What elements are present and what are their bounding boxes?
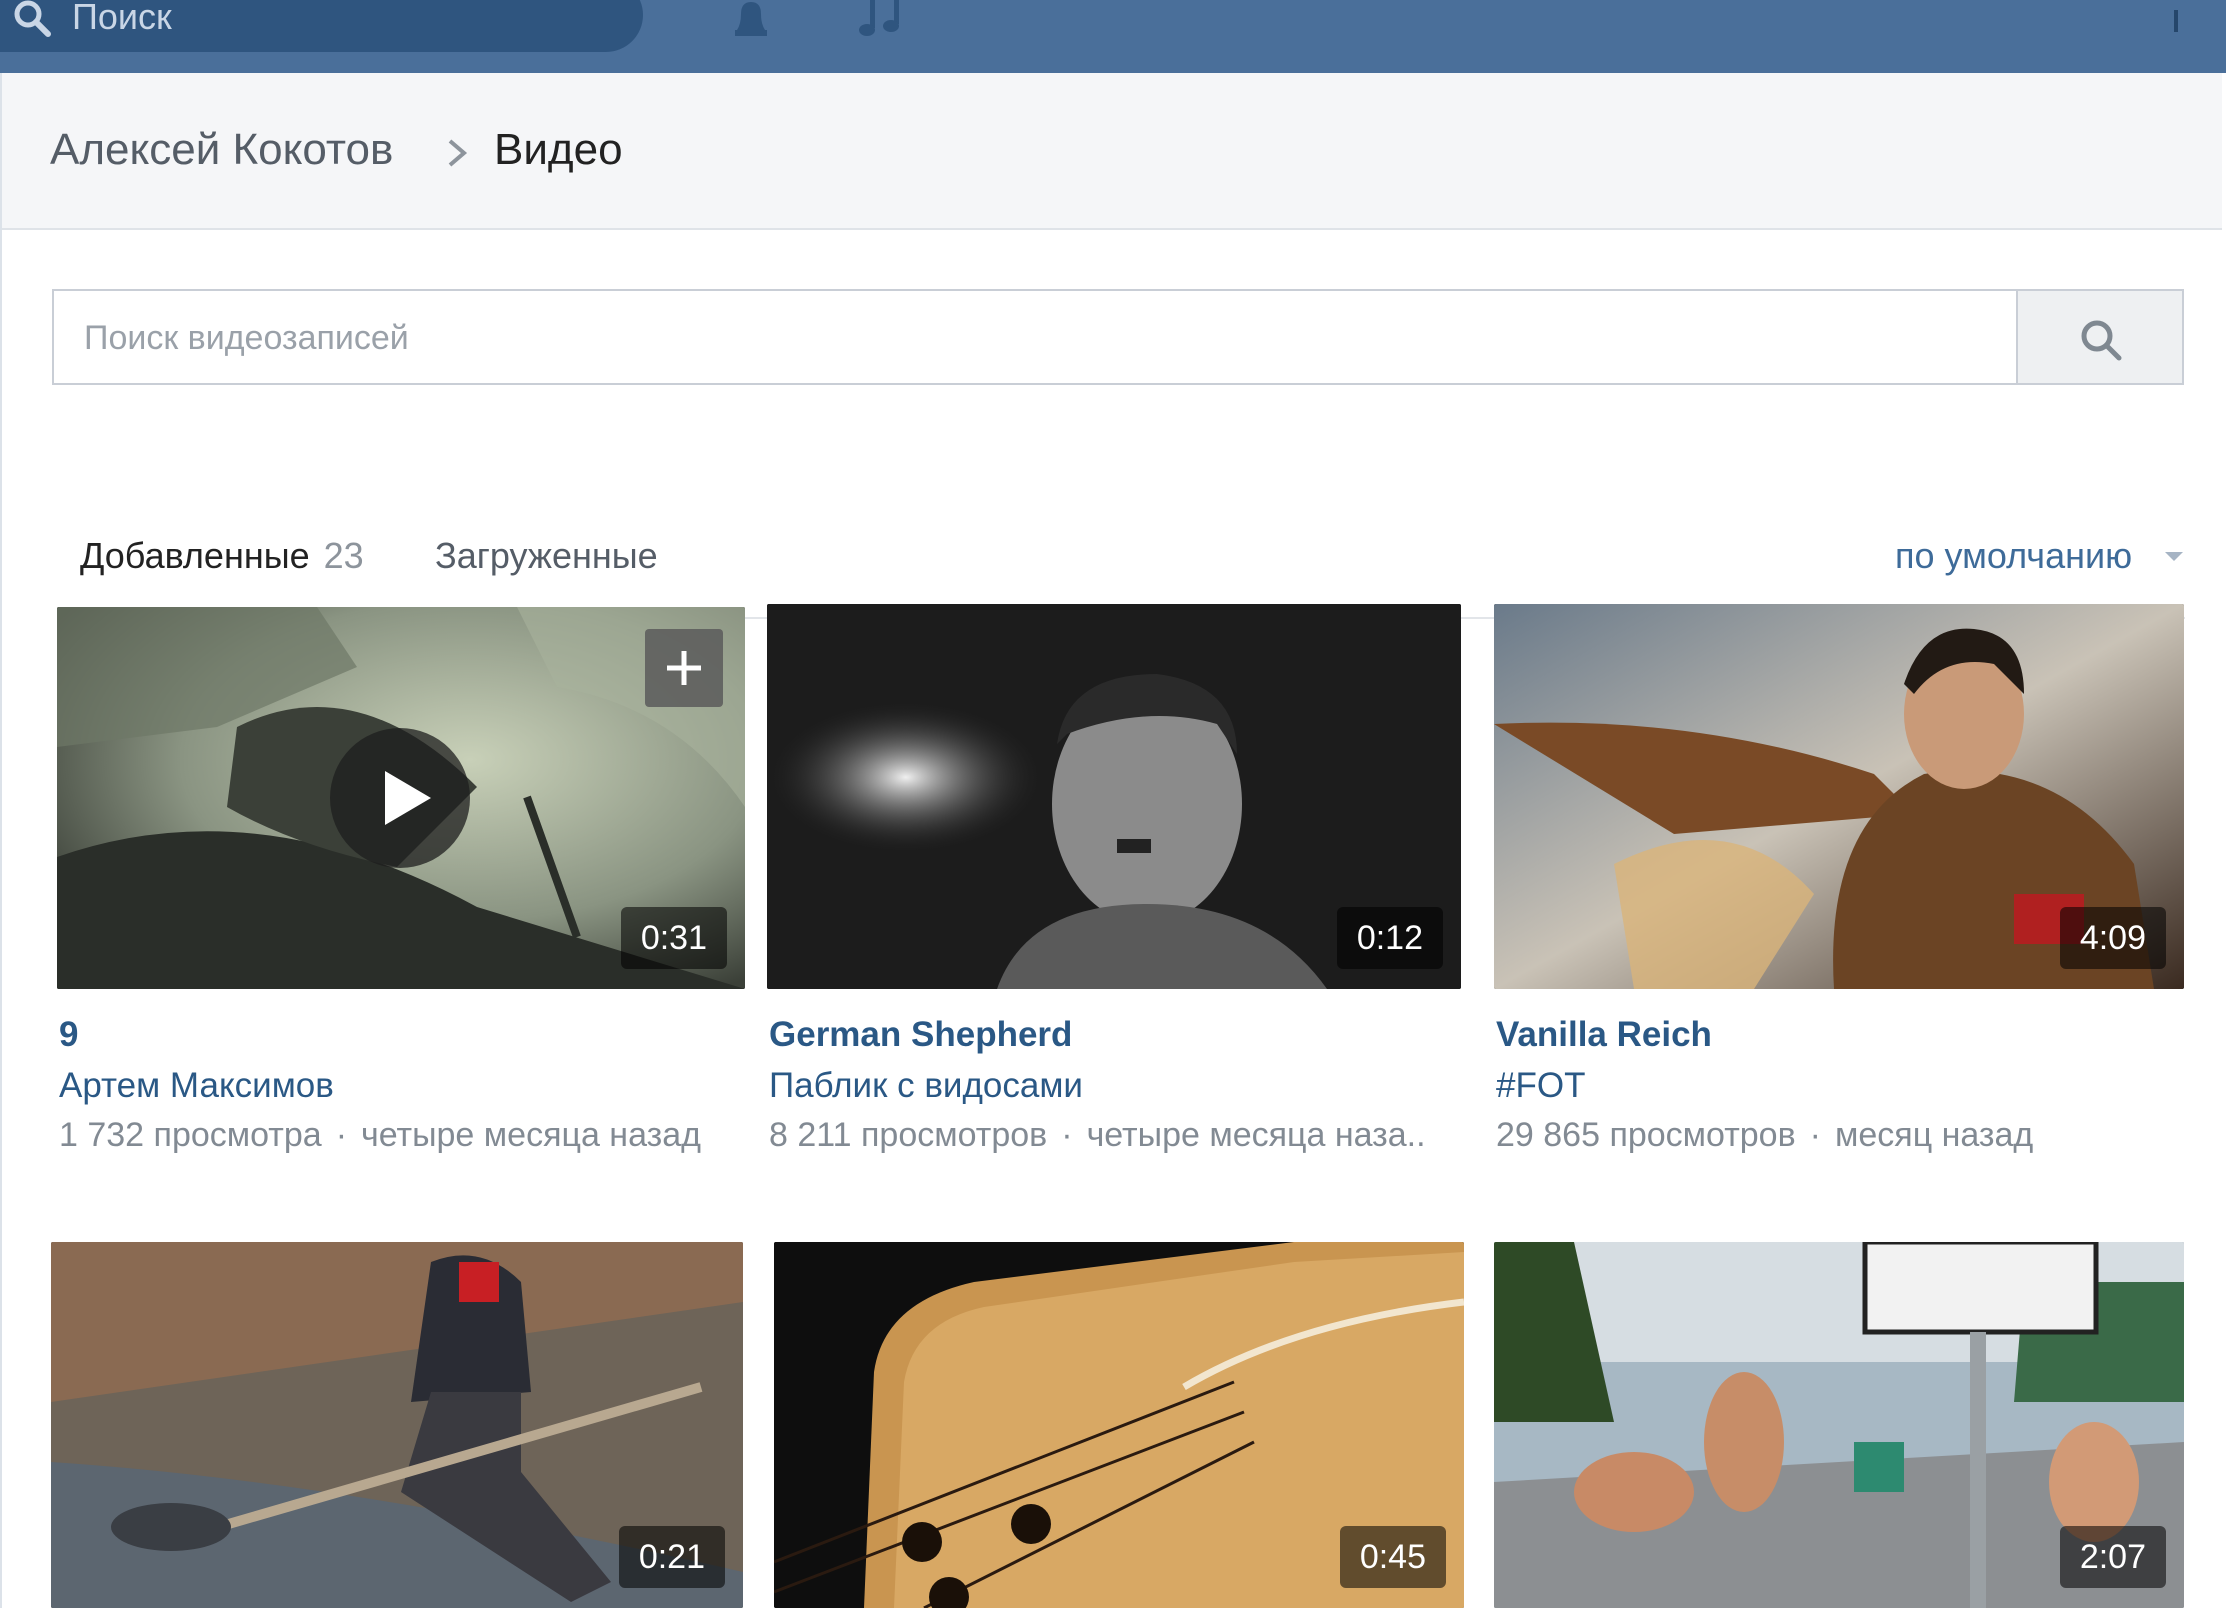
top-header: Поиск: [0, 0, 2226, 73]
tab-added[interactable]: Добавленные 23: [80, 535, 364, 577]
video-views: 1 732 просмотра: [59, 1116, 322, 1154]
meta-separator: ·: [335, 1116, 348, 1154]
video-title-link[interactable]: Vanilla Reich: [1496, 1015, 1712, 1055]
breadcrumb: Алексей Кокотов Видео: [2, 73, 2222, 230]
video-title-link[interactable]: 9: [59, 1015, 78, 1055]
add-video-button[interactable]: [645, 629, 723, 707]
video-views: 8 211 просмотров: [769, 1116, 1048, 1154]
video-thumbnail[interactable]: 4:09: [1494, 604, 2184, 989]
video-meta: 8 211 просмотров · четыре месяца наза..: [769, 1116, 1426, 1155]
video-meta: 29 865 просмотров · месяц назад: [1496, 1116, 2033, 1155]
video-thumbnail[interactable]: 0:12: [767, 604, 1461, 989]
video-age: месяц назад: [1835, 1116, 2034, 1154]
video-page: Алексей Кокотов Видео Добавленные 23 Загр…: [2, 73, 2222, 1608]
header-mark: [2174, 10, 2178, 32]
plus-icon: [667, 651, 701, 685]
video-duration: 0:45: [1339, 1526, 1446, 1588]
chevron-right-icon: [448, 139, 468, 167]
video-age: четыре месяца наза..: [1086, 1116, 1426, 1154]
video-duration: 0:12: [1336, 907, 1443, 969]
video-duration: 0:31: [620, 907, 727, 969]
video-author-link[interactable]: Паблик с видосами: [769, 1066, 1083, 1106]
video-thumbnail[interactable]: 0:31: [57, 607, 745, 989]
video-age: четыре месяца назад: [361, 1116, 701, 1154]
video-thumbnail[interactable]: 0:21: [51, 1242, 743, 1608]
search-icon: [2081, 320, 2122, 361]
video-thumbnail[interactable]: 0:45: [774, 1242, 1464, 1608]
global-search-placeholder: Поиск: [72, 0, 172, 37]
bell-icon[interactable]: [727, 0, 775, 40]
video-duration: 4:09: [2059, 907, 2166, 969]
video-title-link[interactable]: German Shepherd: [769, 1015, 1072, 1055]
video-thumbnail[interactable]: 2:07: [1494, 1242, 2184, 1608]
video-duration: 0:21: [618, 1526, 725, 1588]
tab-added-label: Добавленные: [80, 535, 310, 576]
video-author-link[interactable]: #FOT: [1496, 1066, 1585, 1106]
meta-separator: ·: [1809, 1116, 1821, 1154]
video-author-link[interactable]: Артем Максимов: [59, 1066, 334, 1106]
video-meta: 1 732 просмотра · четыре месяца назад: [59, 1116, 701, 1155]
page-title: Видео: [494, 125, 623, 174]
video-search-button[interactable]: [2018, 289, 2184, 385]
meta-separator: ·: [1061, 1116, 1073, 1154]
tab-uploaded[interactable]: Загруженные: [435, 535, 658, 577]
video-duration: 2:07: [2059, 1526, 2166, 1588]
video-search-box[interactable]: [52, 289, 2018, 385]
tab-added-count: 23: [323, 535, 364, 576]
video-search-input[interactable]: [82, 307, 1986, 369]
music-icon[interactable]: [856, 0, 908, 40]
dropdown-arrow-icon: [2165, 552, 2183, 561]
play-icon[interactable]: [329, 727, 471, 869]
video-views: 29 865 просмотров: [1496, 1116, 1796, 1154]
global-search-field[interactable]: Поиск: [0, 0, 643, 52]
search-icon: [14, 0, 51, 37]
sort-dropdown[interactable]: по умолчанию: [1895, 535, 2132, 577]
breadcrumb-parent-link[interactable]: Алексей Кокотов: [50, 125, 393, 175]
